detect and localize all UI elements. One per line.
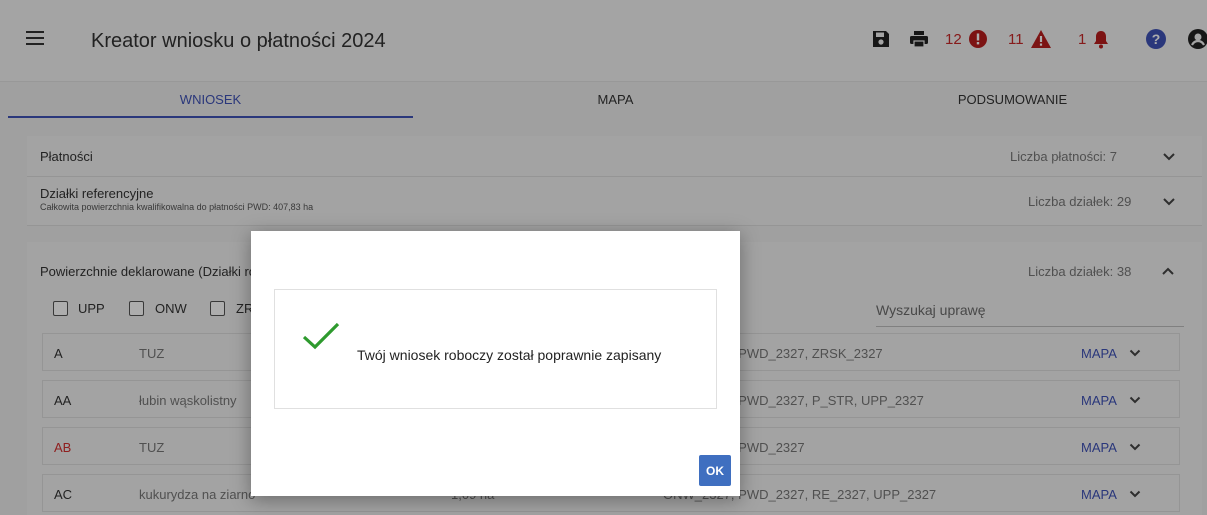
ok-button[interactable]: OK	[699, 455, 731, 486]
checkmark-icon	[302, 322, 340, 350]
dialog-message: Twój wniosek roboczy został poprawnie za…	[357, 347, 662, 363]
message-box: Twój wniosek roboczy został poprawnie za…	[274, 289, 717, 409]
save-confirmation-dialog: Twój wniosek roboczy został poprawnie za…	[251, 231, 740, 496]
